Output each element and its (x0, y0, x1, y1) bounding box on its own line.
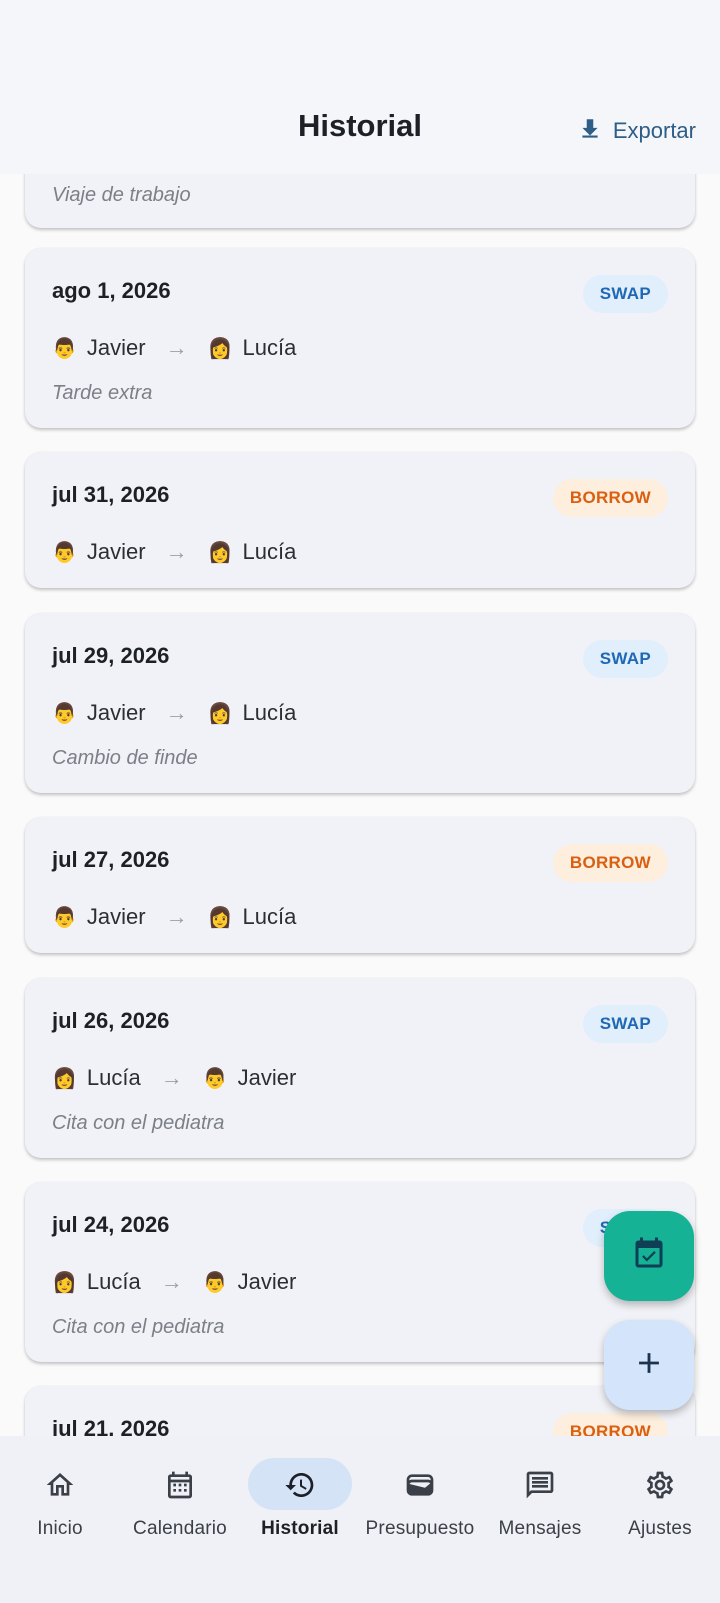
arrow-right-icon: → (165, 700, 188, 725)
card-date: jul 24, 2026 (52, 1212, 170, 1237)
card-date: jul 27, 2026 (52, 847, 170, 872)
history-icon (240, 1469, 360, 1501)
card-note: Cita con el pediatra (52, 1316, 225, 1338)
transfer-row: 👨 Javier → 👩 Lucía (52, 536, 296, 568)
transfer-row: 👨 Javier → 👩 Lucía (52, 697, 296, 729)
history-card[interactable]: jul 26, 2026 SWAP 👩 Lucía → 👨 Javier Cit… (25, 978, 695, 1158)
from-avatar-emoji: 👨 (52, 336, 77, 360)
calendar-icon (120, 1469, 240, 1501)
to-avatar-emoji: 👨 (202, 1066, 228, 1090)
from-name: Javier (86, 904, 146, 929)
card-note: Viaje de trabajo (52, 184, 191, 206)
nav-label: Presupuesto (365, 1518, 475, 1539)
mark-done-fab[interactable] (604, 1211, 694, 1301)
to-avatar-emoji: 👩 (207, 540, 233, 564)
history-card[interactable]: jul 27, 2026 BORROW 👨 Javier → 👩 Lucía (25, 817, 695, 953)
nav-item-historial[interactable]: Historial (240, 1436, 360, 1603)
to-name: Lucía (242, 539, 297, 564)
nav-item-inicio[interactable]: Inicio (0, 1436, 120, 1603)
nav-item-ajustes[interactable]: Ajustes (600, 1436, 720, 1603)
message-icon (480, 1469, 600, 1501)
transfer-row: 👩 Lucía → 👨 Javier (52, 1062, 296, 1094)
arrow-right-icon: → (165, 335, 188, 360)
type-badge: SWAP (582, 640, 668, 678)
settings-icon (600, 1469, 720, 1501)
to-name: Lucía (242, 335, 297, 360)
download-icon (577, 116, 603, 147)
nav-item-mensajes[interactable]: Mensajes (480, 1436, 600, 1603)
nav-item-presupuesto[interactable]: Presupuesto (360, 1436, 480, 1603)
app-bar: Historial Exportar (0, 0, 720, 174)
type-badge: BORROW (552, 1413, 668, 1436)
nav-label: Inicio (37, 1518, 83, 1539)
from-avatar-emoji: 👩 (52, 1066, 77, 1090)
bottom-navigation: Inicio Calendario Historial Presupuesto (0, 1436, 720, 1603)
calendar-check-icon (631, 1236, 667, 1277)
to-avatar-emoji: 👩 (207, 336, 233, 360)
type-badge: BORROW (552, 844, 668, 882)
to-name: Javier (237, 1269, 297, 1294)
screen: Historial Exportar Viaje de trabajo ago … (0, 0, 720, 1603)
from-name: Javier (86, 700, 146, 725)
history-card[interactable]: Viaje de trabajo (25, 174, 695, 228)
from-avatar-emoji: 👨 (52, 905, 77, 929)
card-date: jul 29, 2026 (52, 643, 170, 668)
history-card[interactable]: jul 29, 2026 SWAP 👨 Javier → 👩 Lucía Cam… (25, 613, 695, 793)
card-date: jul 26, 2026 (52, 1008, 170, 1033)
card-note: Cambio de finde (52, 747, 198, 769)
from-name: Lucía (86, 1269, 141, 1294)
transfer-row: 👩 Lucía → 👨 Javier (52, 1266, 296, 1298)
transfer-row: 👨 Javier → 👩 Lucía (52, 332, 296, 364)
card-note: Cita con el pediatra (52, 1112, 225, 1134)
export-button[interactable]: Exportar (577, 112, 696, 150)
from-avatar-emoji: 👨 (52, 540, 77, 564)
type-badge: SWAP (582, 1005, 668, 1043)
arrow-right-icon: → (160, 1065, 183, 1090)
to-name: Lucía (242, 700, 297, 725)
card-date: jul 31, 2026 (52, 482, 170, 507)
history-card[interactable]: ago 1, 2026 SWAP 👨 Javier → 👩 Lucía Tard… (25, 248, 695, 428)
card-date: jul 21, 2026 (52, 1416, 170, 1436)
arrow-right-icon: → (160, 1269, 183, 1294)
from-name: Javier (86, 539, 146, 564)
nav-label: Ajustes (628, 1518, 692, 1539)
from-name: Javier (86, 335, 146, 360)
card-date: ago 1, 2026 (52, 278, 171, 303)
nav-item-calendario[interactable]: Calendario (120, 1436, 240, 1603)
arrow-right-icon: → (165, 904, 188, 929)
history-card[interactable]: jul 24, 2026 SWAP 👩 Lucía → 👨 Javier Cit… (25, 1182, 695, 1362)
add-entry-fab[interactable] (604, 1320, 694, 1410)
nav-label: Historial (261, 1518, 339, 1539)
type-badge: BORROW (552, 479, 668, 517)
from-avatar-emoji: 👩 (52, 1270, 77, 1294)
transfer-row: 👨 Javier → 👩 Lucía (52, 901, 296, 933)
to-avatar-emoji: 👩 (207, 905, 233, 929)
to-name: Javier (237, 1065, 297, 1090)
from-name: Lucía (86, 1065, 141, 1090)
to-avatar-emoji: 👨 (202, 1270, 228, 1294)
plus-icon (632, 1346, 666, 1385)
type-badge: SWAP (582, 275, 668, 313)
to-avatar-emoji: 👩 (207, 701, 233, 725)
to-name: Lucía (242, 904, 297, 929)
card-note: Tarde extra (52, 382, 153, 404)
nav-label: Mensajes (498, 1518, 582, 1539)
history-card[interactable]: jul 21, 2026 BORROW (25, 1386, 695, 1436)
export-label: Exportar (612, 118, 696, 143)
wallet-icon (360, 1469, 480, 1501)
home-icon (0, 1469, 120, 1501)
history-card[interactable]: jul 31, 2026 BORROW 👨 Javier → 👩 Lucía (25, 452, 695, 588)
from-avatar-emoji: 👨 (52, 701, 77, 725)
arrow-right-icon: → (165, 539, 188, 564)
nav-label: Calendario (133, 1518, 227, 1539)
